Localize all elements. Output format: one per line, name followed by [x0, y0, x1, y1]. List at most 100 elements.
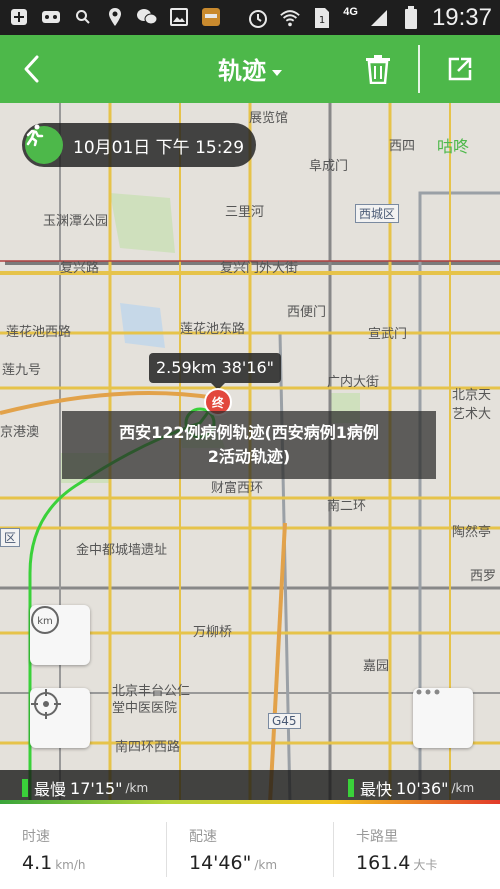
map-label: 南四环西路	[115, 740, 181, 755]
pace-bar: 最慢 17'15" /km 最快 10'36" /km	[0, 770, 500, 803]
start-time-pill: 10月01日 下午 15:29	[22, 123, 256, 167]
signal-icon	[368, 7, 390, 29]
game-icon	[40, 6, 62, 28]
svg-text:km: km	[37, 616, 53, 627]
calorie-unit: 大卡	[413, 858, 438, 872]
map-label: 金中都城墙遗址	[76, 543, 168, 558]
sim-icon: 1	[311, 7, 333, 29]
svg-text:1: 1	[319, 15, 325, 26]
clock: 19:37	[431, 4, 492, 31]
speed-unit: km/h	[55, 858, 86, 872]
fastest-unit: /km	[451, 781, 475, 795]
distance-tooltip: 2.59km 38'16"	[149, 353, 282, 390]
speed-stat: 时速 4.1 km/h	[22, 826, 86, 874]
calorie-value-row: 161.4 大卡	[356, 852, 437, 874]
calorie-stat: 卡路里 161.4 大卡	[356, 826, 437, 874]
title-dropdown[interactable]: 轨迹	[0, 51, 500, 86]
map-label: 复兴路	[60, 261, 100, 276]
location-icon	[104, 6, 126, 28]
network-type: 4G	[343, 6, 358, 18]
map-label: 艺术大	[452, 407, 492, 422]
wechat-icon	[136, 6, 158, 28]
map-label: 咕咚	[437, 137, 470, 156]
start-time-text: 10月01日 下午 15:29	[73, 137, 245, 158]
map-label: 区	[0, 528, 21, 547]
appbar-divider	[418, 45, 420, 93]
map-label: 嘉园	[363, 659, 390, 674]
map-label: 西便门	[287, 305, 327, 320]
map-label: 莲九号	[2, 363, 42, 378]
map-label: 北京天	[452, 388, 492, 403]
map-label: 京港澳	[0, 425, 40, 440]
slowest-value: 17'15"	[70, 778, 123, 798]
map-label: 广内大街	[327, 375, 380, 390]
fastest-value: 10'36"	[396, 778, 449, 798]
image-icon	[168, 6, 190, 28]
stat-divider	[166, 822, 167, 877]
pace-unit: /km	[254, 858, 278, 872]
calorie-value: 161.4	[356, 852, 411, 874]
search-icon	[72, 6, 94, 28]
status-left-icons	[8, 6, 222, 28]
app-icon	[200, 6, 222, 28]
map-label: 万柳桥	[193, 625, 233, 640]
more-dots-icon	[416, 689, 440, 695]
map-label: 玉渊潭公园	[43, 214, 109, 229]
slowest-label: 最慢	[34, 780, 67, 799]
alarm-icon	[247, 7, 269, 29]
map-view[interactable]: 展览馆 西四 咕咚 阜成门 三里河 玉渊潭公园 西城区 复兴路 复兴门外大街 西…	[0, 103, 500, 803]
caption-line-2: 2活动轨迹)	[207, 447, 291, 466]
share-icon	[448, 57, 472, 81]
stat-divider	[333, 822, 334, 877]
crosshair-icon	[31, 689, 61, 719]
map-label: 阜成门	[309, 159, 349, 174]
share-button[interactable]	[440, 49, 480, 89]
status-bar: 1 4G 19:37	[0, 0, 500, 35]
runner-icon	[25, 124, 63, 164]
slow-color-bar	[22, 779, 28, 797]
km-markers-button[interactable]: km	[30, 605, 90, 665]
status-right-icons: 1 4G 19:37	[247, 4, 492, 32]
map-label: 复兴门外大街	[220, 261, 299, 276]
map-label: G45	[268, 713, 301, 729]
fastest-label: 最快	[360, 780, 393, 799]
pace-value-row: 14'46"/km	[189, 852, 277, 874]
trash-icon	[366, 55, 390, 84]
add-icon	[8, 6, 30, 28]
wifi-icon	[279, 7, 301, 29]
article-caption: 西安122例病例轨迹(西安病例1病例 2活动轨迹)	[62, 411, 436, 479]
stats-panel: 时速 4.1 km/h 配速 14'46"/km 卡路里 161.4 大卡	[0, 804, 500, 889]
page-title: 轨迹	[218, 57, 266, 85]
map-label: 宣武门	[368, 327, 408, 342]
caption-line-1: 西安122例病例轨迹(西安病例1病例	[119, 423, 379, 442]
caret-down-icon	[272, 69, 282, 76]
pace-value: 14'46"	[189, 852, 252, 874]
map-label: 南二环	[327, 499, 367, 514]
slowest-unit: /km	[125, 781, 149, 795]
map-label: 西城区	[355, 204, 400, 223]
battery-icon	[400, 6, 422, 29]
speed-label: 时速	[22, 829, 50, 845]
locate-button[interactable]	[30, 688, 90, 748]
map-label: 堂中医医院	[112, 701, 178, 716]
delete-button[interactable]	[358, 49, 398, 89]
pace-label: 配速	[189, 829, 217, 845]
map-label: 财富西环	[211, 481, 264, 496]
slowest-pace: 最慢 17'15" /km	[22, 776, 148, 800]
km-icon: km	[31, 606, 59, 634]
speed-value-row: 4.1 km/h	[22, 852, 86, 874]
map-label: 展览馆	[249, 111, 289, 126]
map-label: 莲花池西路	[6, 325, 72, 340]
app-bar: 轨迹	[0, 35, 500, 103]
fastest-pace: 最快 10'36" /km	[348, 776, 474, 800]
calorie-label: 卡路里	[356, 829, 398, 845]
map-label: 陶然亭	[452, 525, 492, 540]
map-label: 莲花池东路	[180, 322, 246, 337]
pace-stat: 配速 14'46"/km	[189, 826, 277, 874]
more-button[interactable]	[413, 688, 473, 748]
speed-value: 4.1	[22, 852, 53, 874]
map-label: 西罗	[470, 569, 497, 584]
map-label: 三里河	[225, 205, 265, 220]
map-label: 西四	[389, 139, 416, 154]
fast-color-bar	[348, 779, 354, 797]
